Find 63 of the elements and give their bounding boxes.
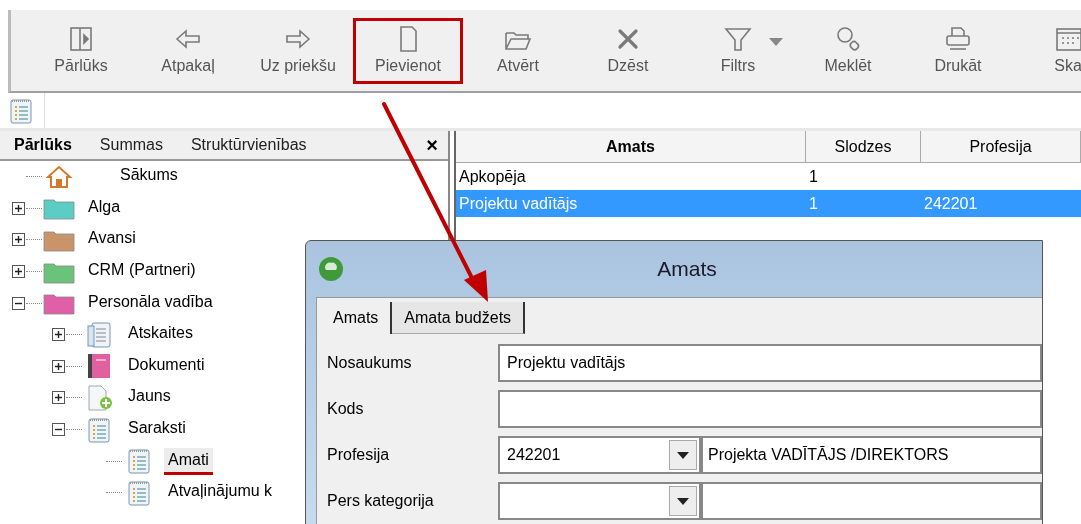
- book-icon: [86, 352, 112, 381]
- list-icon: [126, 447, 152, 476]
- window-title: Amats: [656, 256, 718, 283]
- tree-item[interactable]: Sākums: [116, 163, 182, 191]
- table-cell-text: 242201: [924, 193, 978, 214]
- column-header[interactable]: Amats: [456, 131, 806, 162]
- plus-icon[interactable]: [52, 328, 65, 342]
- column-header[interactable]: Slodzes: [806, 131, 921, 162]
- toolbar-button[interactable]: Atvērt: [463, 17, 573, 84]
- dropdown-caret-icon[interactable]: [669, 486, 697, 516]
- tree-item[interactable]: Atskaites: [124, 321, 197, 349]
- panel-tab[interactable]: Pārlūks: [14, 133, 72, 157]
- tree-item[interactable]: Personāla vadība: [84, 289, 217, 317]
- combo-field[interactable]: 242201: [498, 436, 701, 474]
- toolbar-button[interactable]: Meklēt: [793, 17, 903, 84]
- tree-item[interactable]: Jauns: [124, 384, 175, 412]
- list-icon: [86, 415, 112, 444]
- toolbar-button[interactable]: Drukāt: [903, 17, 1013, 84]
- house-icon: [46, 164, 72, 189]
- field-label: Profesija: [327, 445, 391, 465]
- input-field[interactable]: [498, 390, 1042, 428]
- list-icon: [126, 478, 152, 507]
- toolbar-button[interactable]: Pievienot: [353, 17, 463, 84]
- input-field[interactable]: Projektu vadītājs: [498, 344, 1042, 382]
- description-field: Projekta VADĪTĀJS /DIREKTORS: [701, 436, 1042, 474]
- table-cell-text: Apkopēja: [459, 166, 526, 187]
- toolbar-button[interactable]: Dzēst: [573, 17, 683, 84]
- panel-tab[interactable]: Struktūrvienības: [190, 133, 307, 157]
- tree-item[interactable]: Alga: [84, 194, 125, 222]
- toolbar-button[interactable]: Atpakaļ: [133, 17, 243, 84]
- tree-item[interactable]: CRM (Partneri): [84, 258, 200, 286]
- plus-icon[interactable]: [12, 201, 25, 215]
- plus-icon[interactable]: [52, 391, 65, 405]
- new-document-icon: [85, 383, 113, 412]
- tree-item[interactable]: Atvaļinājumu k: [164, 479, 277, 507]
- field-label: Kods: [327, 399, 365, 419]
- field-label: Pers kategorija: [327, 491, 435, 511]
- toolbar-button[interactable]: Uz priekšu: [243, 17, 353, 84]
- combo-field[interactable]: [498, 482, 701, 520]
- table-cell-text: 1: [809, 193, 818, 214]
- list-icon: [8, 96, 34, 125]
- dropdown-caret-icon[interactable]: [669, 440, 697, 470]
- plus-icon[interactable]: [52, 359, 65, 373]
- tree-item[interactable]: Saraksti: [124, 416, 190, 444]
- document-icon: [86, 320, 112, 349]
- toolbar-button[interactable]: Pārlūks: [29, 17, 133, 84]
- tree-item[interactable]: Amati: [164, 447, 213, 475]
- table-row[interactable]: Apkopēja 1: [456, 163, 1081, 190]
- table-cell-text: Projektu vadītājs: [459, 193, 578, 214]
- column-header[interactable]: Profesija: [921, 131, 1081, 162]
- field-label: Nosaukums: [327, 353, 413, 373]
- tree-item[interactable]: Avansi: [84, 226, 140, 254]
- plus-icon[interactable]: [12, 233, 25, 247]
- dialog-tab[interactable]: Amata budžets: [392, 302, 526, 334]
- close-button[interactable]: ×: [426, 135, 438, 155]
- plus-icon[interactable]: [12, 265, 25, 279]
- tree-item[interactable]: Dokumenti: [124, 352, 209, 380]
- toolbar-button[interactable]: Ska: [1013, 17, 1081, 84]
- minus-icon[interactable]: [12, 296, 25, 310]
- toolbar-button[interactable]: Filtrs: [683, 17, 793, 84]
- panel-tab[interactable]: Summas: [99, 133, 163, 157]
- minus-icon[interactable]: [52, 423, 65, 437]
- table-cell-text: 1: [809, 166, 818, 187]
